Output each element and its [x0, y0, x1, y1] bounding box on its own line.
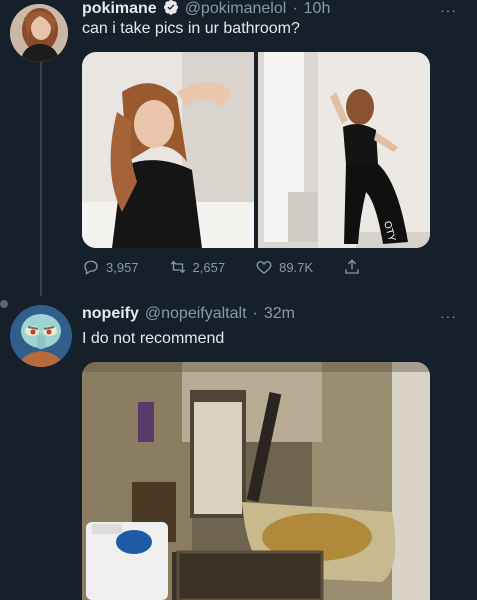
like-count: 89.7K	[279, 259, 314, 275]
reply-button[interactable]: 3,957	[82, 258, 139, 276]
tweet1-header: pokimane @pokimanelol · 10h	[82, 0, 330, 18]
tweet2-separator: ·	[252, 305, 258, 322]
tweet1-separator: ·	[292, 0, 298, 17]
tweet1-timestamp[interactable]: 10h	[304, 0, 331, 18]
retweet-button[interactable]: 2,657	[169, 258, 226, 276]
reply-icon	[84, 260, 98, 276]
tweet1-text: can i take pics in ur bathroom?	[82, 20, 300, 37]
retweet-icon	[170, 260, 185, 274]
tweet1-photo-2[interactable]: OTY	[258, 52, 430, 248]
verified-badge-icon	[163, 0, 178, 15]
tweet2-more-button[interactable]: ···	[440, 308, 457, 324]
share-icon	[345, 259, 359, 274]
tweet2-photo[interactable]	[82, 362, 430, 600]
heart-icon	[256, 261, 272, 274]
share-button[interactable]	[343, 258, 361, 276]
tweet2-header: nopeify @nopeifyaltalt · 32m	[82, 305, 295, 323]
tweet1-action-bar: 3,957 2,657 89.7K	[82, 256, 382, 278]
reply-connector-dot	[0, 300, 8, 308]
reply-count: 3,957	[106, 259, 139, 275]
like-button[interactable]: 89.7K	[255, 258, 313, 276]
pokimane-avatar[interactable]	[10, 4, 68, 62]
tweet1-photo-1[interactable]	[82, 52, 254, 248]
nopeify-avatar[interactable]	[10, 305, 72, 367]
tweet2-timestamp[interactable]: 32m	[264, 305, 295, 323]
tweet1-handle[interactable]: @pokimanelol	[185, 0, 287, 18]
retweet-count: 2,657	[192, 259, 226, 275]
tweet2-author-name[interactable]: nopeify	[82, 305, 139, 323]
tweet1-more-button[interactable]: ···	[440, 2, 457, 18]
tweet2-handle[interactable]: @nopeifyaltalt	[145, 305, 247, 323]
tweet1-author-name[interactable]: pokimane	[82, 0, 157, 18]
tweet2-text: I do not recommend	[82, 330, 225, 347]
thread-line	[40, 58, 42, 296]
